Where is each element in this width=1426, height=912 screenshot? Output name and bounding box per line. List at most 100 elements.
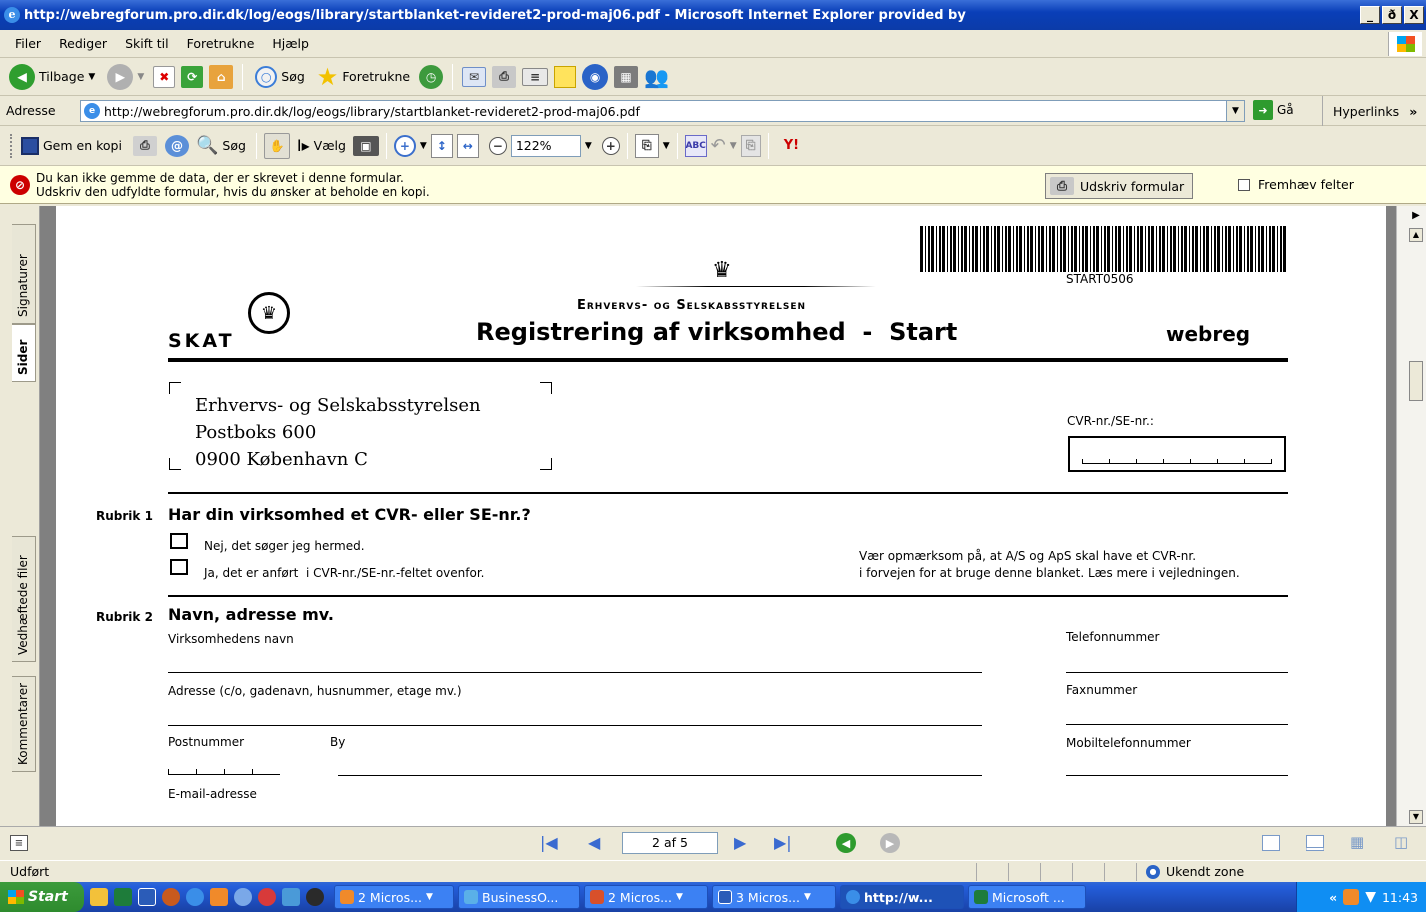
zoom-input[interactable]: 122% xyxy=(510,134,581,157)
task-word[interactable]: 3 Micros... ▼ xyxy=(712,885,836,909)
close-button[interactable]: X xyxy=(1404,6,1424,24)
undo-icon[interactable]: ↶ xyxy=(711,135,726,156)
minimize-button[interactable]: _ xyxy=(1360,6,1380,24)
tab-pages[interactable]: Sider xyxy=(12,324,36,382)
chevron-down-icon[interactable]: ▼ xyxy=(730,141,737,151)
continuous-facing-icon[interactable]: ◫ xyxy=(1394,833,1408,851)
zoom-out-icon[interactable]: − xyxy=(488,136,507,155)
menu-goto[interactable]: Skift til xyxy=(116,36,178,51)
tray-expand-icon[interactable]: « xyxy=(1329,890,1337,905)
menu-file[interactable]: Filer xyxy=(6,36,50,51)
tab-attachments[interactable]: Vedhæftede filer xyxy=(12,536,36,662)
app3-icon[interactable] xyxy=(258,888,276,906)
task-businessobjects[interactable]: BusinessO... xyxy=(458,885,580,909)
chevron-down-icon[interactable]: ▼ xyxy=(420,141,427,151)
zoom-in-icon[interactable]: + xyxy=(393,134,416,157)
task-ie[interactable]: http://w... xyxy=(840,885,964,909)
folder-icon[interactable] xyxy=(90,888,108,906)
next-view-icon[interactable]: ▶ xyxy=(880,833,900,853)
fit-width-icon[interactable]: ↔ xyxy=(456,133,479,158)
page-number-input[interactable]: 2 af 5 xyxy=(622,832,718,854)
search-button[interactable]: ○ Søg xyxy=(252,65,308,88)
first-page-icon[interactable]: |◀ xyxy=(540,833,558,852)
prev-page-icon[interactable]: ◀ xyxy=(588,833,600,852)
excel-icon[interactable] xyxy=(114,888,132,906)
tray-shield-icon[interactable]: ▼ xyxy=(1365,889,1376,905)
links-button[interactable]: Hyperlinks » xyxy=(1322,96,1417,126)
document-viewer[interactable]: START0506 ♛ Erhvervs- og Selskabsstyrels… xyxy=(40,206,1396,826)
snapshot-icon[interactable]: ▣ xyxy=(352,135,379,156)
chevron-down-icon[interactable]: ▼ xyxy=(663,141,670,151)
task-excel[interactable]: Microsoft ... xyxy=(968,885,1086,909)
mobile-field[interactable] xyxy=(1066,775,1288,776)
mail-icon[interactable]: ✉ xyxy=(462,66,487,87)
email-icon[interactable]: @ xyxy=(164,134,189,157)
single-page-icon[interactable] xyxy=(1262,835,1280,851)
scroll-thumb[interactable] xyxy=(1409,361,1423,401)
copy-icon[interactable]: ⎘ xyxy=(740,134,761,157)
vertical-scrollbar[interactable]: ▶ ▲ ▼ xyxy=(1396,206,1426,826)
menu-favorites[interactable]: Foretrukne xyxy=(178,36,264,51)
restore-button[interactable]: ð xyxy=(1382,6,1402,24)
select-tool-button[interactable]: I▸ Vælg xyxy=(294,136,349,155)
tab-signatures[interactable]: Signaturer xyxy=(12,224,36,324)
fax-field[interactable] xyxy=(1066,724,1288,725)
company-name-field[interactable] xyxy=(168,672,982,673)
app-icon[interactable] xyxy=(162,888,180,906)
tray-outlook-icon[interactable] xyxy=(1343,889,1360,905)
back-button[interactable]: ◀ Tilbage ▼ xyxy=(6,63,98,90)
favorites-button[interactable]: ★ Foretrukne xyxy=(314,63,413,91)
ie-icon[interactable] xyxy=(186,888,204,906)
save-copy-button[interactable]: Gem en kopi xyxy=(18,136,125,155)
pdf-search-button[interactable]: 🔍 Søg xyxy=(193,135,249,156)
rotate-page-icon[interactable]: ⎘ xyxy=(634,133,659,158)
start-button[interactable]: Start xyxy=(0,882,84,912)
history-icon[interactable]: ◷ xyxy=(419,64,444,89)
previous-view-icon[interactable]: ◀ xyxy=(836,833,856,853)
hand-tool-icon[interactable]: ✋ xyxy=(263,132,290,159)
edit-icon[interactable]: ≡ xyxy=(522,67,549,86)
rubrik1-yes-checkbox[interactable] xyxy=(170,559,188,575)
spell-check-icon[interactable]: ABC xyxy=(684,134,707,157)
word-icon[interactable] xyxy=(138,888,156,906)
zoom-plus-icon[interactable]: + xyxy=(601,136,620,155)
app2-icon[interactable] xyxy=(234,888,252,906)
messenger-icon[interactable]: 👥 xyxy=(644,65,669,89)
scroll-up-icon[interactable]: ▲ xyxy=(1409,228,1423,242)
highlight-fields-checkbox[interactable]: Fremhæv felter xyxy=(1238,177,1354,192)
chevron-down-icon[interactable]: ▼ xyxy=(585,141,592,151)
address-field[interactable] xyxy=(168,725,982,726)
menu-edit[interactable]: Rediger xyxy=(50,36,116,51)
last-page-icon[interactable]: ▶| xyxy=(774,833,792,852)
research-icon[interactable]: ▦ xyxy=(614,65,639,88)
phone-field[interactable] xyxy=(1066,672,1288,673)
menu-help[interactable]: Hjælp xyxy=(263,36,318,51)
fit-page-icon[interactable]: ↕ xyxy=(430,133,453,158)
facing-icon[interactable]: ▦ xyxy=(1350,833,1364,851)
address-dropdown-icon[interactable]: ▼ xyxy=(1226,101,1244,121)
msn-icon[interactable]: ◉ xyxy=(582,63,609,90)
cvr-field[interactable] xyxy=(1068,436,1286,472)
go-button[interactable]: ➜ Gå xyxy=(1253,100,1294,120)
print-icon[interactable]: ⎙ xyxy=(132,135,157,156)
next-page-icon[interactable]: ▶ xyxy=(734,833,746,852)
outlook-icon[interactable] xyxy=(210,888,228,906)
rubrik1-no-checkbox[interactable] xyxy=(170,533,188,549)
task-outlook[interactable]: 2 Micros... ▼ xyxy=(334,885,454,909)
yahoo-icon[interactable]: Y! xyxy=(776,138,807,153)
scroll-down-icon[interactable]: ▼ xyxy=(1409,810,1423,824)
task-powerpoint[interactable]: 2 Micros... ▼ xyxy=(584,885,708,909)
print-form-button[interactable]: ⎙ Udskriv formular xyxy=(1045,173,1193,199)
page-layout-icon[interactable]: ≡ xyxy=(10,835,28,851)
refresh-icon[interactable]: ⟳ xyxy=(181,65,204,88)
print-icon[interactable]: ⎙ xyxy=(492,65,517,88)
postal-field[interactable] xyxy=(168,769,280,775)
app5-icon[interactable] xyxy=(306,888,324,906)
continuous-icon[interactable] xyxy=(1306,835,1324,851)
tab-comments[interactable]: Kommentarer xyxy=(12,676,36,772)
stop-icon[interactable]: ✖ xyxy=(153,65,176,88)
note-icon[interactable] xyxy=(554,65,577,88)
app4-icon[interactable] xyxy=(282,888,300,906)
address-input[interactable]: e http://webregforum.pro.dir.dk/log/eogs… xyxy=(80,100,1245,122)
forward-button[interactable]: ▶ ▼ xyxy=(104,63,147,90)
